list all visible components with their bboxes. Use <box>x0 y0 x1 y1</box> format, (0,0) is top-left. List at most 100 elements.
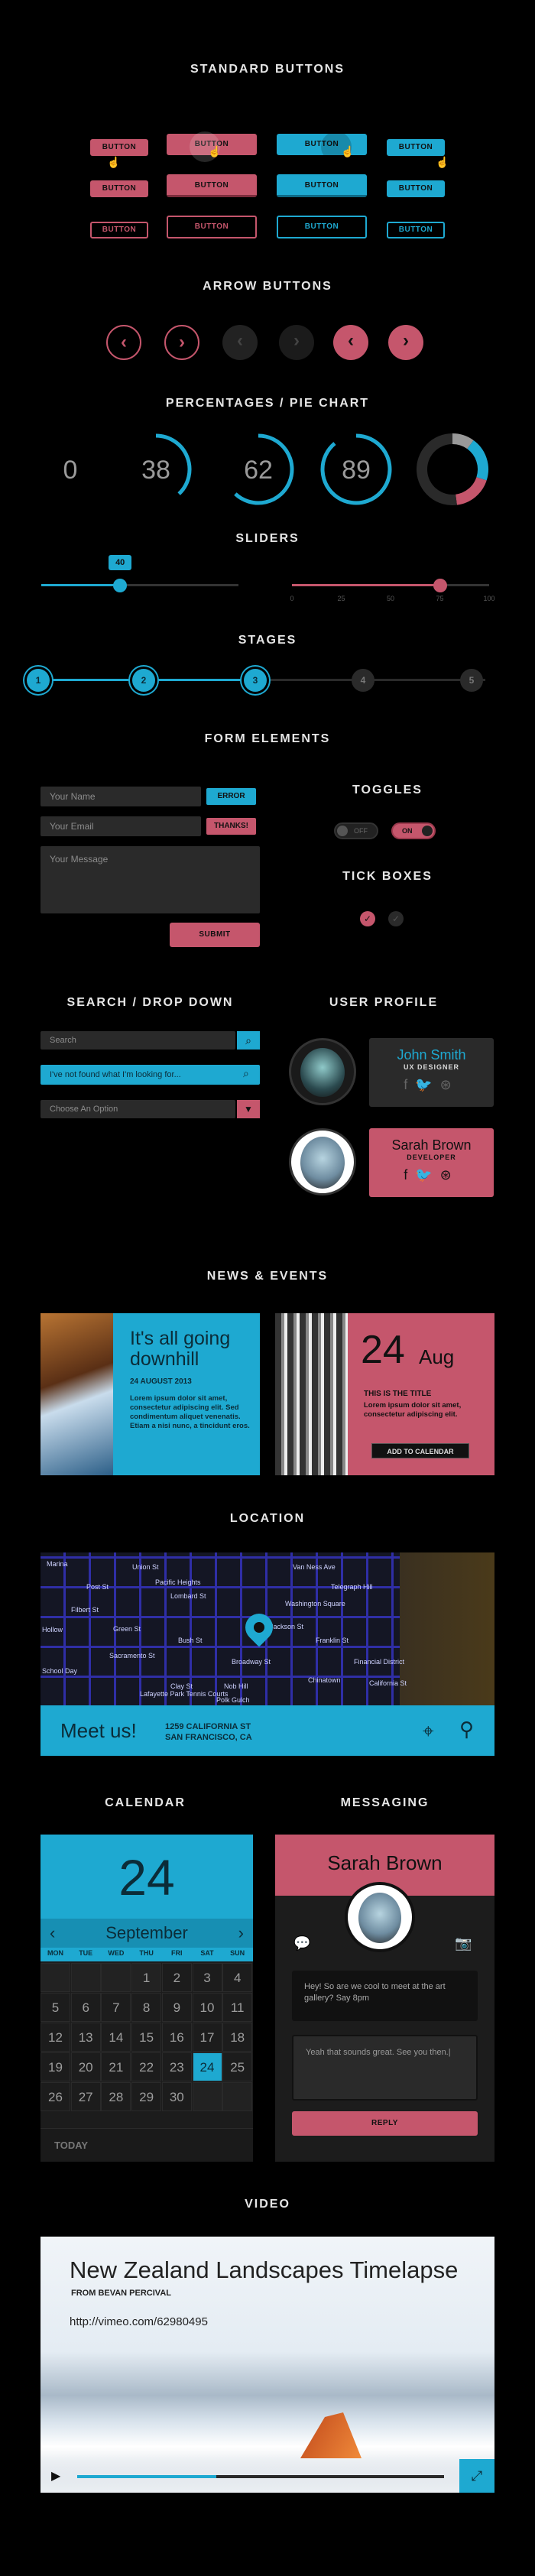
facebook-icon[interactable]: f <box>404 1077 415 1092</box>
avatar-photo <box>358 1893 401 1943</box>
submit-button[interactable]: SUBMIT <box>170 923 260 947</box>
calendar-day-cell[interactable]: 29 <box>131 2082 162 2111</box>
calendar-day-cell[interactable]: 30 <box>161 2082 192 2111</box>
arrow-left-pink-button[interactable]: ‹ <box>333 325 368 360</box>
calendar-day-cell[interactable]: 1 <box>131 1963 162 1992</box>
play-icon[interactable]: ▶ <box>51 2468 60 2484</box>
search-input[interactable]: Search <box>41 1031 235 1050</box>
calendar-day-cell[interactable]: 14 <box>101 2023 131 2052</box>
name-field[interactable]: Your Name <box>41 787 201 806</box>
video-player[interactable]: New Zealand Landscapes Timelapse FROM BE… <box>41 2237 494 2493</box>
calendar-day-cell[interactable]: 6 <box>70 1993 101 2022</box>
calendar-day-cell[interactable]: 28 <box>101 2082 131 2111</box>
tick-box-unchecked[interactable]: ✓ <box>388 911 404 926</box>
calendar-day-cell[interactable]: 25 <box>222 2052 253 2081</box>
medium-pink-button-pressed[interactable]: BUTTON <box>167 174 257 197</box>
calendar-day-cell[interactable]: 22 <box>131 2052 162 2081</box>
stage-step[interactable]: 4 <box>352 669 374 692</box>
add-to-calendar-button[interactable]: ADD TO CALENDAR <box>371 1443 469 1458</box>
small-pink-button-active[interactable]: BUTTON <box>90 180 148 197</box>
map-water <box>400 1552 494 1705</box>
arrow-left-disabled-button[interactable]: ‹ <box>222 325 258 360</box>
video-url[interactable]: http://vimeo.com/62980495 <box>70 2315 208 2328</box>
calendar-day-cell[interactable]: 15 <box>131 2023 162 2052</box>
small-pink-button[interactable]: BUTTON <box>90 139 148 156</box>
calendar-day-cell[interactable]: 4 <box>222 1963 253 1992</box>
calendar-day-cell[interactable]: 17 <box>192 2023 222 2052</box>
section-title-sliders: SLIDERS <box>235 532 300 545</box>
arrow-right-pink-button[interactable]: › <box>388 325 423 360</box>
toggle-on[interactable]: ON <box>391 822 436 839</box>
calendar-footer: TODAY <box>41 2128 253 2162</box>
medium-blue-button-pressed[interactable]: BUTTON <box>277 174 367 197</box>
calendar-day-cell[interactable]: 11 <box>222 1993 253 2022</box>
calendar-day-cell[interactable]: 3 <box>192 1963 222 1992</box>
calendar-day-cell[interactable]: 9 <box>161 1993 192 2022</box>
calendar-day-cell[interactable]: 26 <box>41 2082 70 2111</box>
small-blue-button-active[interactable]: BUTTON <box>387 180 445 197</box>
medium-pink-outline-button[interactable]: BUTTON <box>167 216 257 238</box>
calendar-day-cell[interactable]: 10 <box>192 1993 222 2022</box>
dropdown-button[interactable]: ▼ <box>237 1100 260 1118</box>
calendar-day-cell[interactable]: 18 <box>222 2023 253 2052</box>
event-card[interactable]: 24 Aug THIS IS THE TITLE Lorem ipsum dol… <box>275 1313 494 1475</box>
medium-blue-outline-button[interactable]: BUTTON <box>277 216 367 238</box>
twitter-icon[interactable]: 🐦 <box>415 1167 439 1183</box>
chat-bubble-icon[interactable]: 💬 <box>293 1935 310 1951</box>
small-pink-outline-button[interactable]: BUTTON <box>90 222 148 238</box>
map[interactable]: Marina Pacific Heights Lombard St Filbert S… <box>41 1552 494 1705</box>
stage-step[interactable]: 5 <box>460 669 483 692</box>
crosshair-icon[interactable]: ⌖ <box>423 1719 434 1744</box>
calendar-weekday: SUN <box>230 1949 245 1957</box>
arrow-right-disabled-button[interactable]: › <box>279 325 314 360</box>
section-title-percentages: PERCENTAGES / PIE CHART <box>165 397 370 410</box>
tick-box-checked[interactable]: ✓ <box>360 911 375 926</box>
event-day: 24 <box>361 1328 405 1372</box>
dribbble-icon[interactable]: ⊛ <box>440 1077 459 1092</box>
calendar-day-cell[interactable]: 13 <box>70 2023 101 2052</box>
calendar-day-cell[interactable]: 16 <box>161 2023 192 2052</box>
calendar-day-cell[interactable]: 20 <box>70 2052 101 2081</box>
calendar-day-cell[interactable]: 23 <box>161 2052 192 2081</box>
gauge-value: 89 <box>342 456 371 485</box>
camera-icon[interactable]: 📷 <box>455 1935 472 1951</box>
twitter-icon[interactable]: 🐦 <box>415 1077 439 1092</box>
chevron-left-icon[interactable]: ‹ <box>50 1923 55 1943</box>
calendar-month: September <box>105 1923 188 1942</box>
arrow-right-pink-outline-button[interactable]: › <box>164 325 199 360</box>
calendar-day-cell[interactable]: 5 <box>41 1993 70 2022</box>
map-label: Financial District <box>354 1658 405 1666</box>
slider-handle-right[interactable] <box>433 579 447 592</box>
search-input-active[interactable]: I've not found what I'm looking for... <box>41 1065 260 1085</box>
message-field[interactable]: Your Message <box>41 846 260 913</box>
slider-handle-left[interactable] <box>113 579 128 592</box>
reply-input[interactable]: Yeah that sounds great. See you then.| <box>292 2035 478 2101</box>
calendar-day-cell[interactable]: 21 <box>101 2052 131 2081</box>
calendar-day-cell[interactable]: 7 <box>101 1993 131 2022</box>
calendar-day-cell[interactable]: 24 <box>192 2052 222 2081</box>
today-button[interactable]: TODAY <box>41 2129 253 2162</box>
calendar-day-cell[interactable]: 27 <box>70 2082 101 2111</box>
news-card[interactable]: It's all going downhill 24 AUGUST 2013 L… <box>41 1313 260 1475</box>
reply-button[interactable]: REPLY <box>292 2111 478 2136</box>
calendar-day-cell[interactable]: 2 <box>161 1963 192 1992</box>
calendar-day-cell[interactable]: 12 <box>41 2023 70 2052</box>
small-blue-button[interactable]: BUTTON <box>387 139 445 156</box>
fullscreen-icon[interactable]: ⤢ <box>459 2459 494 2493</box>
calendar-day-cell[interactable]: 8 <box>131 1993 162 2022</box>
slider-fill-right <box>292 584 440 586</box>
chevron-right-icon[interactable]: › <box>238 1923 244 1943</box>
stage-step[interactable]: 3 <box>244 669 267 692</box>
map-pin-icon[interactable]: ⚲ <box>459 1718 474 1741</box>
small-blue-outline-button[interactable]: BUTTON <box>387 222 445 238</box>
dropdown-select[interactable]: Choose An Option <box>41 1100 235 1118</box>
stage-step[interactable]: 2 <box>132 669 155 692</box>
arrow-left-pink-outline-button[interactable]: ‹ <box>106 325 141 360</box>
calendar-day-cell[interactable]: 19 <box>41 2052 70 2081</box>
search-button[interactable]: ⌕ <box>237 1031 260 1050</box>
facebook-icon[interactable]: f <box>404 1167 415 1183</box>
toggle-off[interactable]: OFF <box>334 822 378 839</box>
dribbble-icon[interactable]: ⊛ <box>440 1167 459 1183</box>
email-field[interactable]: Your Email <box>41 816 201 836</box>
stage-step[interactable]: 1 <box>27 669 50 692</box>
